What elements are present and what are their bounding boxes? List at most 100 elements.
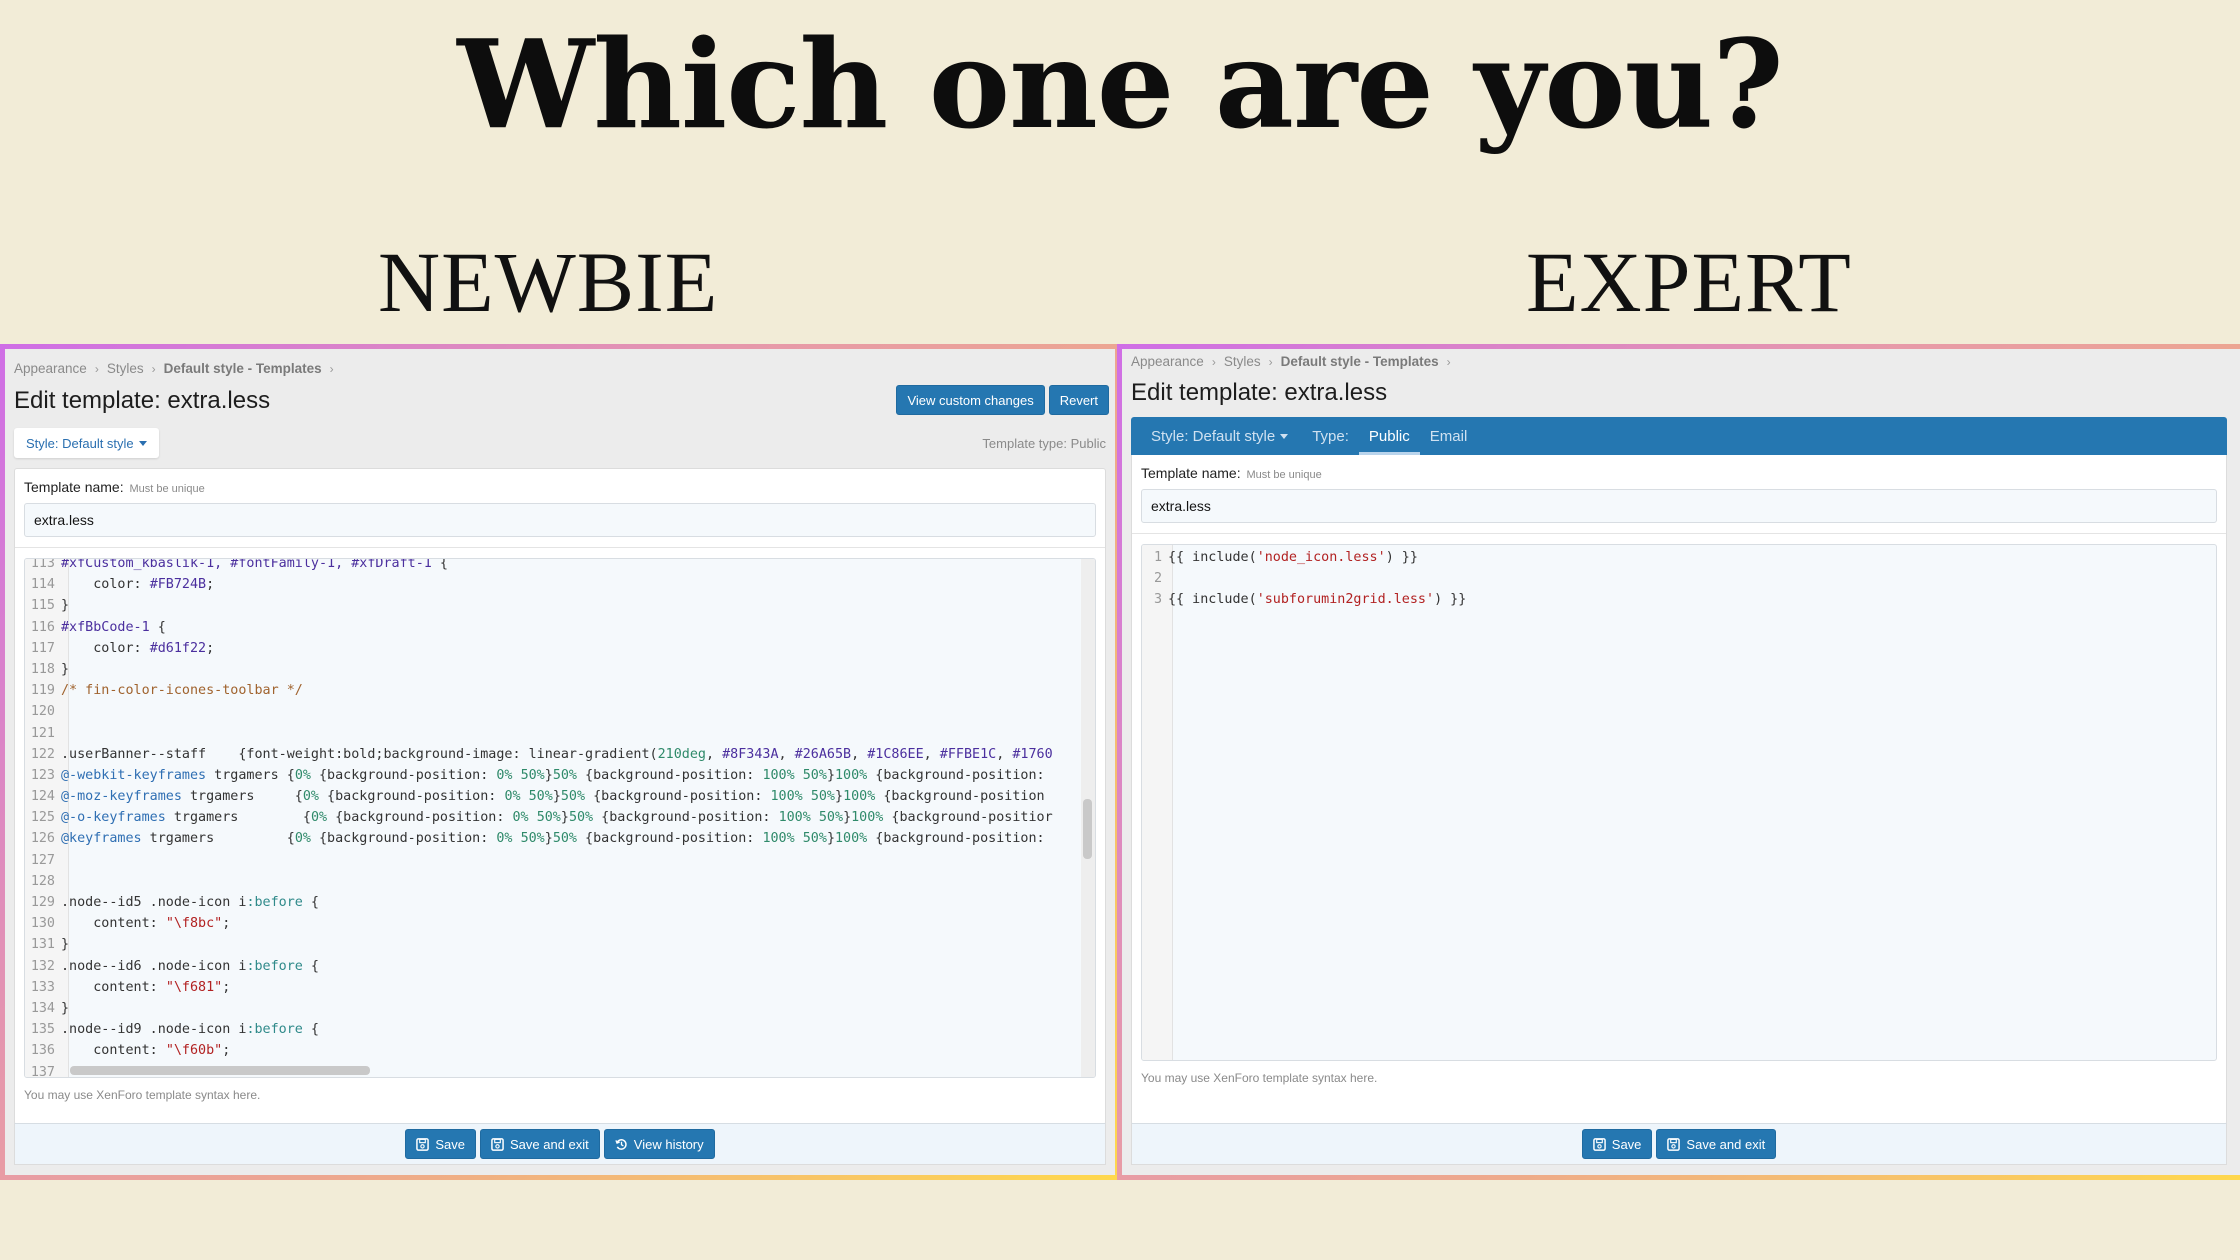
- line-content: .node--id6 .node-icon i:before {: [61, 958, 319, 974]
- code-line: 126 @keyframes trgamers {0% {background-p…: [25, 828, 1095, 849]
- line-number: 125: [30, 810, 55, 826]
- template-form: Template name: Must be unique extra.less…: [1131, 455, 2227, 1125]
- breadcrumb-appearance[interactable]: Appearance: [1131, 354, 1204, 369]
- line-content: }: [61, 598, 70, 614]
- syntax-hint: You may use XenForo template syntax here…: [24, 1088, 261, 1102]
- line-number: 115: [30, 598, 55, 614]
- breadcrumb: Appearance › Styles › Default style - Templa…: [1131, 354, 1459, 369]
- line-content: {{ include('node_icon.less') }}: [1168, 550, 1418, 565]
- line-content: @keyframes trgamers {0% {background-posi…: [61, 831, 1045, 847]
- breadcrumb-styles[interactable]: Styles: [107, 361, 144, 376]
- page-title: Edit template: extra.less: [1131, 379, 1388, 406]
- form-footer: Save Save and exit View history: [14, 1123, 1106, 1165]
- code-line: 115}: [25, 595, 1095, 616]
- template-name-input[interactable]: extra.less: [24, 503, 1096, 537]
- style-selector[interactable]: Style: Default style: [1141, 417, 1298, 455]
- line-content: color: #d61f22;: [61, 640, 215, 656]
- page-title: Edit template: extra.less: [14, 387, 271, 414]
- newbie-frame: Appearance › Styles › Default style - Templa…: [0, 344, 1120, 1180]
- style-selector-label: Style: Default style: [26, 435, 134, 451]
- save-and-exit-button[interactable]: Save and exit: [1656, 1129, 1777, 1159]
- line-number: 127: [30, 852, 55, 868]
- line-number: 132: [30, 958, 55, 974]
- line-content: #xfCustom_kbaslik-1, #fontFamily-1, #xfD…: [61, 558, 448, 571]
- line-content: [55, 871, 61, 892]
- template-tabbar: Style: Default style Type: Public Email: [1131, 417, 2227, 455]
- line-content: .node--id9 .node-icon i:before {: [61, 1022, 319, 1038]
- line-number: 113: [30, 558, 55, 571]
- save-and-exit-button-label: Save and exit: [1686, 1136, 1766, 1152]
- template-form: Template name: Must be unique extra.less…: [14, 468, 1106, 1125]
- save-icon: [1667, 1137, 1681, 1151]
- line-number: 133: [30, 979, 55, 995]
- code-line: 132 .node--id6 .node-icon i:before {: [25, 956, 1095, 977]
- save-button[interactable]: Save: [405, 1129, 476, 1159]
- line-content: #xfBbCode-1 {: [61, 619, 166, 635]
- vertical-scrollbar[interactable]: [1081, 559, 1095, 1077]
- save-and-exit-button[interactable]: Save and exit: [480, 1129, 600, 1159]
- revert-button[interactable]: Revert: [1048, 385, 1109, 415]
- header-actions: View custom changes Revert: [896, 385, 1109, 415]
- syntax-hint: You may use XenForo template syntax here…: [1141, 1071, 1378, 1085]
- caret-down-icon: [138, 440, 147, 446]
- code-line: 3 {{ include('subforumin2grid.less') }}: [1142, 589, 2216, 610]
- code-lines: 1 {{ include('node_icon.less') }} 2 3 {{ inc…: [1142, 547, 2216, 611]
- breadcrumb-templates[interactable]: Default style - Templates: [164, 361, 322, 376]
- template-name-input[interactable]: extra.less: [1141, 489, 2217, 523]
- breadcrumb-styles[interactable]: Styles: [1224, 354, 1261, 369]
- line-content: [55, 850, 61, 871]
- line-number: 120: [30, 704, 55, 720]
- code-line: 133 content: "\f681";: [25, 977, 1095, 998]
- line-number: 131: [30, 937, 55, 953]
- line-number: 117: [30, 640, 55, 656]
- view-custom-changes-button[interactable]: View custom changes: [896, 385, 1045, 415]
- save-button-label: Save: [435, 1136, 465, 1152]
- code-line: 122 .userBanner--staff {font-weight:bold;…: [25, 744, 1095, 765]
- code-editor[interactable]: 113 #xfCustom_kbaslik-1, #fontFamily-1, #…: [24, 558, 1096, 1078]
- code-lines: 113 #xfCustom_kbaslik-1, #fontFamily-1, #…: [25, 558, 1095, 1077]
- line-number: 126: [30, 831, 55, 847]
- line-number: 135: [30, 1022, 55, 1038]
- tab-email[interactable]: Email: [1420, 417, 1478, 455]
- line-content: [55, 723, 61, 744]
- template-name-row: Template name: Must be unique extra.less: [1132, 455, 2226, 533]
- line-content: @-moz-keyframes trgamers {0% {background…: [61, 789, 1045, 805]
- code-line: 119 /* fin-color-icones-toolbar */: [25, 680, 1095, 701]
- style-selector[interactable]: Style: Default style: [14, 428, 159, 458]
- line-content: .node--id5 .node-icon i:before {: [61, 895, 319, 910]
- template-name-label: Template name: Must be unique: [1141, 465, 2217, 481]
- template-name-hint: Must be unique: [129, 483, 205, 495]
- vertical-scrollbar-thumb[interactable]: [1083, 799, 1092, 859]
- horizontal-scrollbar-thumb[interactable]: [70, 1066, 370, 1075]
- breadcrumb-appearance[interactable]: Appearance: [14, 361, 87, 376]
- form-footer: Save Save and exit: [1131, 1123, 2227, 1165]
- code-editor[interactable]: 1 {{ include('node_icon.less') }} 2 3 {{ inc…: [1141, 544, 2217, 1061]
- code-line: 114 color: #FB724B;: [25, 574, 1095, 595]
- line-content: [55, 701, 61, 722]
- newbie-panel: Appearance › Styles › Default style - Templa…: [5, 349, 1115, 1175]
- line-number: 2: [1153, 571, 1162, 587]
- line-content: content: "\f681";: [61, 979, 231, 995]
- chevron-right-icon: ›: [1446, 355, 1451, 369]
- code-line: 2: [1142, 568, 2216, 589]
- line-number: 134: [30, 1000, 55, 1016]
- line-content: color: #FB724B;: [61, 577, 215, 593]
- chevron-right-icon: ›: [329, 362, 334, 376]
- template-code-row: 113 #xfCustom_kbaslik-1, #fontFamily-1, #…: [15, 548, 1105, 1112]
- view-history-button-label: View history: [633, 1136, 704, 1152]
- line-content: /* fin-color-icones-toolbar */: [61, 683, 303, 699]
- chevron-right-icon: ›: [1268, 355, 1273, 369]
- tab-public[interactable]: Public: [1358, 417, 1420, 455]
- save-icon: [491, 1137, 504, 1151]
- code-line: 127: [25, 850, 1095, 871]
- line-number: 136: [30, 1043, 55, 1059]
- line-content: @-o-keyframes trgamers {0% {background-p…: [61, 810, 1053, 826]
- code-line: 128: [25, 871, 1095, 892]
- view-history-button[interactable]: View history: [603, 1129, 715, 1159]
- save-button[interactable]: Save: [1581, 1129, 1653, 1159]
- breadcrumb-templates[interactable]: Default style - Templates: [1281, 354, 1439, 369]
- code-line: 136 content: "\f60b";: [25, 1040, 1095, 1061]
- history-icon: [615, 1138, 627, 1150]
- chevron-right-icon: ›: [1211, 355, 1216, 369]
- line-content: .userBanner--staff {font-weight:bold;bac…: [61, 746, 1053, 762]
